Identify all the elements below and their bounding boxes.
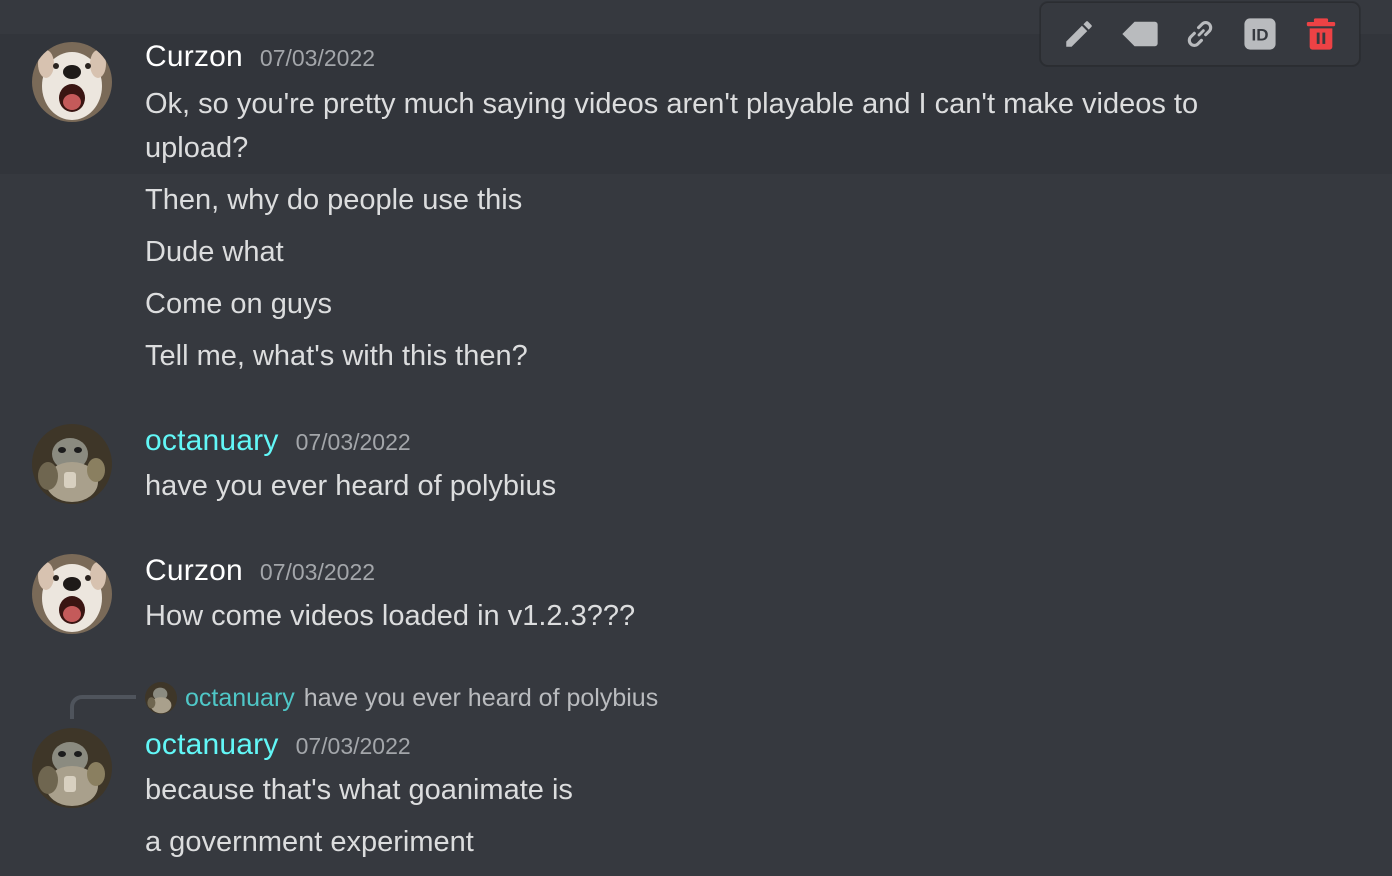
username[interactable]: octanuary xyxy=(145,424,279,458)
username[interactable]: Curzon xyxy=(145,40,243,74)
reply-icon xyxy=(1121,21,1158,47)
chat-message-list: Curzon 07/03/2022 Ok, so you're pretty m… xyxy=(0,0,1392,876)
timestamp[interactable]: 07/03/2022 xyxy=(296,429,411,456)
reply-spine xyxy=(70,695,136,719)
message-text: Tell me, what's with this then? xyxy=(145,340,528,372)
message-text: How come videos loaded in v1.2.3??? xyxy=(145,600,636,632)
message-header: Curzon 07/03/2022 xyxy=(145,40,375,74)
timestamp[interactable]: 07/03/2022 xyxy=(260,559,375,586)
dog-avatar-icon xyxy=(32,42,112,122)
avatar-curzon[interactable] xyxy=(32,42,112,122)
cat-avatar-icon xyxy=(32,424,112,504)
username[interactable]: octanuary xyxy=(145,728,279,762)
message-text: Dude what xyxy=(145,236,284,268)
reply-avatar xyxy=(145,682,177,714)
timestamp[interactable]: 07/03/2022 xyxy=(296,733,411,760)
username[interactable]: Curzon xyxy=(145,554,243,588)
edit-button[interactable] xyxy=(1055,10,1103,58)
pencil-icon xyxy=(1066,21,1092,47)
avatar-octanuary[interactable] xyxy=(32,424,112,504)
message-header: octanuary 07/03/2022 xyxy=(145,424,411,458)
cat-avatar-icon xyxy=(145,682,177,714)
dog-avatar-icon xyxy=(32,554,112,634)
message-header: octanuary 07/03/2022 xyxy=(145,728,411,762)
link-icon xyxy=(1187,21,1213,47)
message-text: because that's what goanimate is xyxy=(145,774,573,806)
message-actions-toolbar: ID xyxy=(1040,2,1360,66)
reply-reference[interactable]: octanuary have you ever heard of polybiu… xyxy=(145,681,658,715)
reply-button[interactable] xyxy=(1116,10,1164,58)
message-text: a government experiment xyxy=(145,826,474,858)
avatar-octanuary[interactable] xyxy=(32,728,112,808)
reply-preview-text[interactable]: have you ever heard of polybius xyxy=(304,684,658,713)
delete-button[interactable] xyxy=(1297,10,1345,58)
id-icon-label: ID xyxy=(1252,25,1269,44)
timestamp[interactable]: 07/03/2022 xyxy=(260,45,375,72)
avatar-curzon[interactable] xyxy=(32,554,112,634)
copy-id-button[interactable]: ID xyxy=(1236,10,1284,58)
message-text: Then, why do people use this xyxy=(145,184,523,216)
message-text: Ok, so you're pretty much saying videos … xyxy=(145,88,1199,120)
message-text: upload? xyxy=(145,132,249,164)
cat-avatar-icon xyxy=(32,728,112,808)
id-icon: ID xyxy=(1244,18,1276,50)
message-header: Curzon 07/03/2022 xyxy=(145,554,375,588)
copy-link-button[interactable] xyxy=(1176,10,1224,58)
trash-icon xyxy=(1306,18,1335,50)
message-text: Come on guys xyxy=(145,288,332,320)
reply-username[interactable]: octanuary xyxy=(185,684,295,713)
message-text: have you ever heard of polybius xyxy=(145,470,557,502)
